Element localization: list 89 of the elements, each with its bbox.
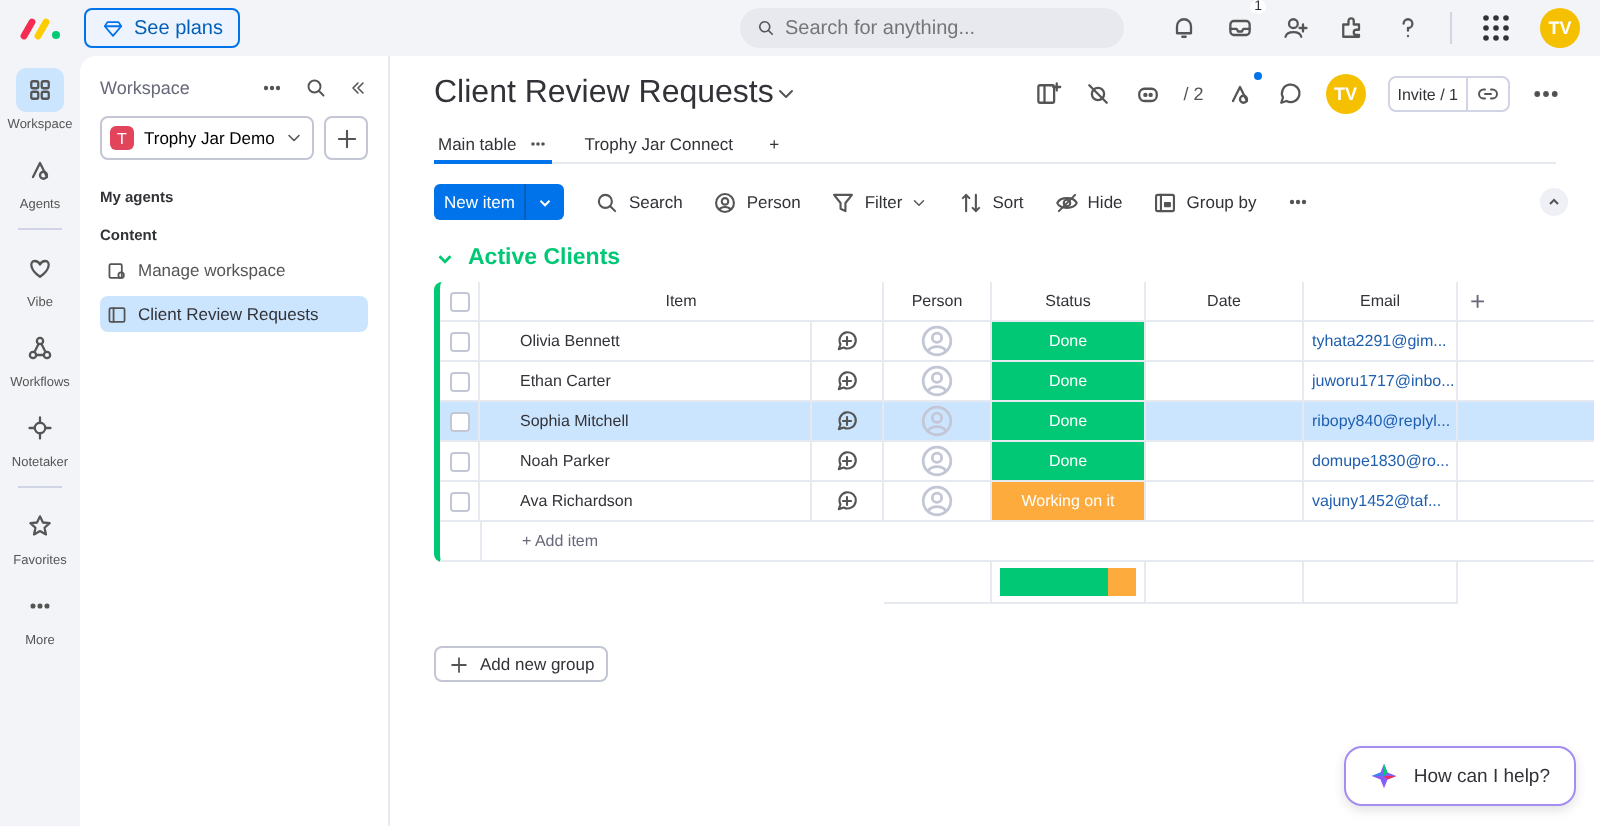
column-header: Item xyxy=(665,292,697,310)
email-link[interactable]: tyhata2291@gim... xyxy=(1312,332,1447,350)
table-row[interactable]: Sophia Mitchell Done ribopy840@replyl... xyxy=(440,402,1594,442)
column-header: Person xyxy=(911,292,963,310)
workflow-icon xyxy=(25,334,54,362)
puzzle-icon xyxy=(1338,14,1366,42)
add-button[interactable] xyxy=(324,116,368,160)
panel-item[interactable]: Manage workspace xyxy=(100,252,368,288)
sort-icon xyxy=(958,189,985,215)
checkbox[interactable] xyxy=(449,491,469,511)
search-icon xyxy=(304,76,328,100)
chevron-up-icon xyxy=(1546,194,1562,210)
toolbar-button[interactable]: Hide xyxy=(1053,189,1123,215)
toolbar-button[interactable]: Group by xyxy=(1152,189,1257,215)
item-name: Olivia Bennett xyxy=(520,332,620,350)
person-placeholder-icon xyxy=(920,484,954,518)
checkbox[interactable] xyxy=(449,411,469,431)
grid-icon xyxy=(26,76,54,104)
checkbox[interactable] xyxy=(449,291,469,311)
search-icon xyxy=(756,18,777,38)
apps-icon xyxy=(1480,12,1512,44)
table-row[interactable]: Ava Richardson Working on it vajuny1452@taf... xyxy=(440,482,1594,522)
robot-off-icon xyxy=(1083,80,1112,108)
column-header: Email xyxy=(1359,292,1400,310)
status-summary-bar xyxy=(1000,568,1136,596)
toolbar-button[interactable]: Search xyxy=(594,189,683,215)
table-row[interactable]: Noah Parker Done domupe1830@ro... xyxy=(440,442,1594,482)
collapse-icon xyxy=(348,78,368,98)
board-icon xyxy=(106,303,128,325)
search-field[interactable]: Search for anything... xyxy=(740,8,1125,48)
add-group-button[interactable]: Add new group xyxy=(434,646,609,682)
panel-title: Workspace xyxy=(100,78,192,98)
agents-count: / 2 xyxy=(1183,84,1204,104)
add-update-icon xyxy=(834,408,860,434)
person-placeholder-icon xyxy=(920,404,954,438)
email-link[interactable]: vajuny1452@taf... xyxy=(1312,492,1442,510)
heart-icon xyxy=(26,254,54,282)
comment-icon xyxy=(1275,80,1304,108)
toolbar-button[interactable]: Person xyxy=(712,189,801,215)
plus-icon xyxy=(333,125,360,151)
table-row[interactable]: Olivia Bennett Done tyhata2291@gim... xyxy=(440,322,1594,362)
checkbox[interactable] xyxy=(449,451,469,471)
item-name: Ethan Carter xyxy=(520,372,611,390)
item-name: Noah Parker xyxy=(520,452,610,470)
column-header: Date xyxy=(1207,292,1241,310)
person-placeholder-icon xyxy=(920,444,954,478)
group-title: Active Clients xyxy=(468,246,621,270)
add-update-icon xyxy=(834,368,860,394)
checkbox[interactable] xyxy=(449,331,469,351)
toolbar-button[interactable]: Sort xyxy=(958,189,1024,215)
diamond-icon xyxy=(102,17,124,39)
toolbar-button[interactable]: Filter xyxy=(830,189,929,215)
add-person-icon xyxy=(1282,14,1310,42)
add-item-field[interactable]: + Add item xyxy=(482,532,599,550)
email-link[interactable]: juworu1717@inbo... xyxy=(1312,372,1455,390)
filter-icon xyxy=(830,189,857,215)
board-title: Client Review Requests xyxy=(434,76,774,112)
add-update-icon xyxy=(834,448,860,474)
bell-icon xyxy=(1170,14,1198,42)
assistant-button[interactable]: How can I help? xyxy=(1343,746,1576,806)
item-name: Ava Richardson xyxy=(520,492,633,510)
person-placeholder-icon xyxy=(920,364,954,398)
hide-icon xyxy=(1053,189,1080,215)
search-icon xyxy=(594,189,621,215)
board-tab[interactable]: Main table xyxy=(434,127,553,163)
sparkle-icon xyxy=(1369,762,1398,790)
inbox-icon xyxy=(1226,14,1254,42)
plus-icon xyxy=(448,653,470,675)
add-column-button[interactable]: + xyxy=(1470,286,1486,316)
group-icon xyxy=(1152,189,1179,215)
email-link[interactable]: ribopy840@replyl... xyxy=(1312,412,1451,430)
item-name: Sophia Mitchell xyxy=(520,412,629,430)
person-icon xyxy=(712,189,739,215)
board-tab[interactable]: Trophy Jar Connect xyxy=(580,127,738,163)
column-header: Status xyxy=(1045,292,1091,310)
see-plans-button[interactable]: See plans xyxy=(84,8,241,48)
star-icon xyxy=(25,512,54,540)
add-tab-button[interactable]: + xyxy=(765,127,784,163)
add-update-icon xyxy=(834,328,860,354)
add-update-icon xyxy=(834,488,860,514)
panel-item[interactable]: Client Review Requests xyxy=(100,296,368,332)
collapse-button[interactable] xyxy=(1540,188,1568,216)
logo-icon[interactable] xyxy=(20,16,64,40)
email-link[interactable]: domupe1830@ro... xyxy=(1312,452,1450,470)
workspace-selector[interactable]: T Trophy Jar Demo xyxy=(100,116,315,160)
new-item-button[interactable]: New item xyxy=(434,184,565,220)
checkbox[interactable] xyxy=(449,371,469,391)
person-placeholder-icon xyxy=(920,324,954,358)
sidebar-icon xyxy=(1033,80,1062,108)
